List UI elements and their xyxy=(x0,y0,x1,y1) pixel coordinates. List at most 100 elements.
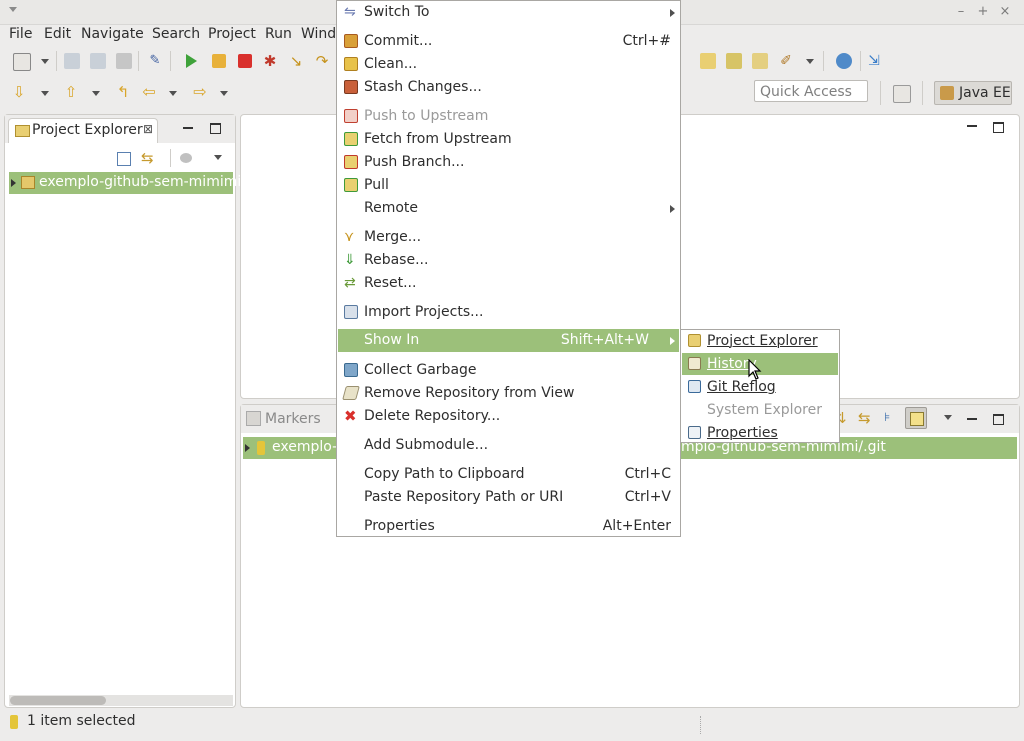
horizontal-scrollbar[interactable] xyxy=(9,695,233,706)
maximize-window-button[interactable]: + xyxy=(975,4,991,20)
menu-item-label: Reset... xyxy=(364,275,417,291)
save-icon[interactable] xyxy=(64,53,80,69)
menu-item-reset[interactable]: ⇄ Reset... xyxy=(338,272,679,295)
java-ee-icon xyxy=(940,86,954,100)
submenu-item-label: Git Reflog xyxy=(707,379,776,395)
menu-item-switch-to[interactable]: ⇋ Switch To xyxy=(338,1,679,24)
search-tool-icon[interactable]: ✐ xyxy=(778,53,794,69)
menu-item-label: Push to Upstream xyxy=(364,108,489,124)
java-ee-perspective-button[interactable]: Java EE xyxy=(934,81,1012,105)
maximize-icon[interactable] xyxy=(210,123,221,134)
globe-icon[interactable] xyxy=(836,53,852,69)
menu-item-rebase[interactable]: ⇓ Rebase... xyxy=(338,249,679,272)
tab-label: Project Explorer xyxy=(32,122,143,138)
window-menu-icon[interactable] xyxy=(9,7,17,12)
trash-icon xyxy=(344,363,358,377)
open-task-icon[interactable] xyxy=(726,53,742,69)
view-menu-icon[interactable] xyxy=(214,155,222,160)
disconnect-icon[interactable]: ✱ xyxy=(262,53,278,69)
menu-item-delete-repository[interactable]: ✖ Delete Repository... xyxy=(338,405,679,428)
menu-item-stash-changes[interactable]: Stash Changes... xyxy=(338,76,679,99)
new-icon[interactable] xyxy=(13,53,31,71)
menu-item-copy-path[interactable]: Copy Path to Clipboard Ctrl+C xyxy=(338,463,679,486)
delete-icon: ✖ xyxy=(344,407,357,425)
next-annotation-icon[interactable]: ⇩ xyxy=(11,84,27,100)
menu-item-pull[interactable]: Pull xyxy=(338,174,679,197)
back-dropdown-icon[interactable] xyxy=(169,91,177,96)
bottom-view-menu-icon[interactable] xyxy=(944,415,952,420)
expand-arrow-icon[interactable] xyxy=(245,444,250,452)
step-over-icon[interactable]: ↷ xyxy=(314,53,330,69)
submenu-arrow-icon xyxy=(670,205,675,213)
menu-item-properties[interactable]: Properties Alt+Enter xyxy=(338,515,679,538)
filter-icon[interactable] xyxy=(180,153,192,163)
new-dropdown-icon[interactable] xyxy=(41,59,49,64)
menu-search[interactable]: Search xyxy=(152,26,200,42)
menu-run[interactable]: Run xyxy=(265,26,292,42)
menu-item-import-projects[interactable]: Import Projects... xyxy=(338,301,679,324)
close-tab-icon[interactable]: ⊠ xyxy=(143,122,153,136)
menu-item-commit[interactable]: Commit... Ctrl+# xyxy=(338,30,679,53)
hierarchy-icon[interactable]: ⊧ xyxy=(884,411,896,423)
mouse-cursor-icon xyxy=(748,359,762,380)
quick-access-input[interactable]: Quick Access xyxy=(754,80,868,102)
scrollbar-thumb[interactable] xyxy=(10,696,106,705)
open-resource-icon[interactable] xyxy=(752,53,768,69)
toggle-view-button[interactable] xyxy=(905,407,927,429)
collapse-all-icon[interactable] xyxy=(117,152,131,166)
menu-item-add-submodule[interactable]: Add Submodule... xyxy=(338,434,679,457)
step-into-icon[interactable]: ↘ xyxy=(288,53,304,69)
forward-dropdown-icon[interactable] xyxy=(220,91,228,96)
run-icon[interactable] xyxy=(186,54,197,68)
menu-file[interactable]: File xyxy=(9,26,32,42)
editor-maximize-icon[interactable] xyxy=(993,122,1004,133)
editor-minimize-icon[interactable] xyxy=(967,125,977,127)
menu-item-fetch-from-upstream[interactable]: Fetch from Upstream xyxy=(338,128,679,151)
menu-item-collect-garbage[interactable]: Collect Garbage xyxy=(338,359,679,382)
menu-item-show-in[interactable]: Show In Shift+Alt+W xyxy=(338,329,679,352)
forward-icon[interactable]: ⇨ xyxy=(192,84,208,100)
last-edit-icon[interactable]: ↰ xyxy=(115,84,131,100)
menu-item-label: Clean... xyxy=(364,56,418,72)
pin-icon[interactable]: ✎ xyxy=(147,53,163,69)
tree-item-project[interactable]: exemplo-github-sem-mimimi xyxy=(9,172,241,194)
search-dropdown-icon[interactable] xyxy=(806,59,814,64)
menu-item-push-branch[interactable]: Push Branch... xyxy=(338,151,679,174)
properties-icon xyxy=(688,426,701,439)
submenu-item-properties[interactable]: Properties xyxy=(682,422,838,444)
menu-item-paste-repository-path[interactable]: Paste Repository Path or URI Ctrl+V xyxy=(338,486,679,509)
toolbar-separator xyxy=(170,51,171,71)
save-all-icon[interactable] xyxy=(90,53,106,69)
minimize-icon[interactable] xyxy=(183,127,193,129)
minimize-window-button[interactable]: – xyxy=(953,4,969,20)
menu-edit[interactable]: Edit xyxy=(44,26,71,42)
open-type-icon[interactable] xyxy=(700,53,716,69)
open-perspective-icon[interactable] xyxy=(893,85,911,103)
back-icon[interactable]: ⇦ xyxy=(141,84,157,100)
print-icon[interactable] xyxy=(116,53,132,69)
tab-project-explorer[interactable]: Project Explorer ⊠ xyxy=(8,118,158,143)
suspend-icon[interactable] xyxy=(212,54,226,68)
menu-item-remote[interactable]: Remote xyxy=(338,197,679,220)
next-annotation-dropdown-icon[interactable] xyxy=(41,91,49,96)
menu-item-merge[interactable]: ⋎ Merge... xyxy=(338,226,679,249)
link-icon[interactable]: ⇆ xyxy=(858,409,871,427)
status-separator xyxy=(700,716,702,734)
menu-navigate[interactable]: Navigate xyxy=(81,26,144,42)
previous-annotation-icon[interactable]: ⇧ xyxy=(63,84,79,100)
submenu-item-project-explorer[interactable]: Project Explorer xyxy=(682,330,838,352)
menu-item-remove-repository[interactable]: Remove Repository from View xyxy=(338,382,679,405)
bottom-maximize-icon[interactable] xyxy=(993,414,1004,425)
tab-markers[interactable]: Markers xyxy=(265,411,321,427)
expand-arrow-icon[interactable] xyxy=(11,179,16,187)
terminate-icon[interactable] xyxy=(238,54,252,68)
bottom-minimize-icon[interactable] xyxy=(967,418,977,420)
menu-item-label: Remove Repository from View xyxy=(364,385,575,401)
server-icon[interactable]: ⇲ xyxy=(866,53,882,69)
close-window-button[interactable]: × xyxy=(997,4,1013,20)
menu-item-clean[interactable]: Clean... xyxy=(338,53,679,76)
menu-item-label: Collect Garbage xyxy=(364,362,477,378)
menu-project[interactable]: Project xyxy=(208,26,256,42)
link-with-editor-icon[interactable]: ⇆ xyxy=(141,149,154,167)
previous-annotation-dropdown-icon[interactable] xyxy=(92,91,100,96)
